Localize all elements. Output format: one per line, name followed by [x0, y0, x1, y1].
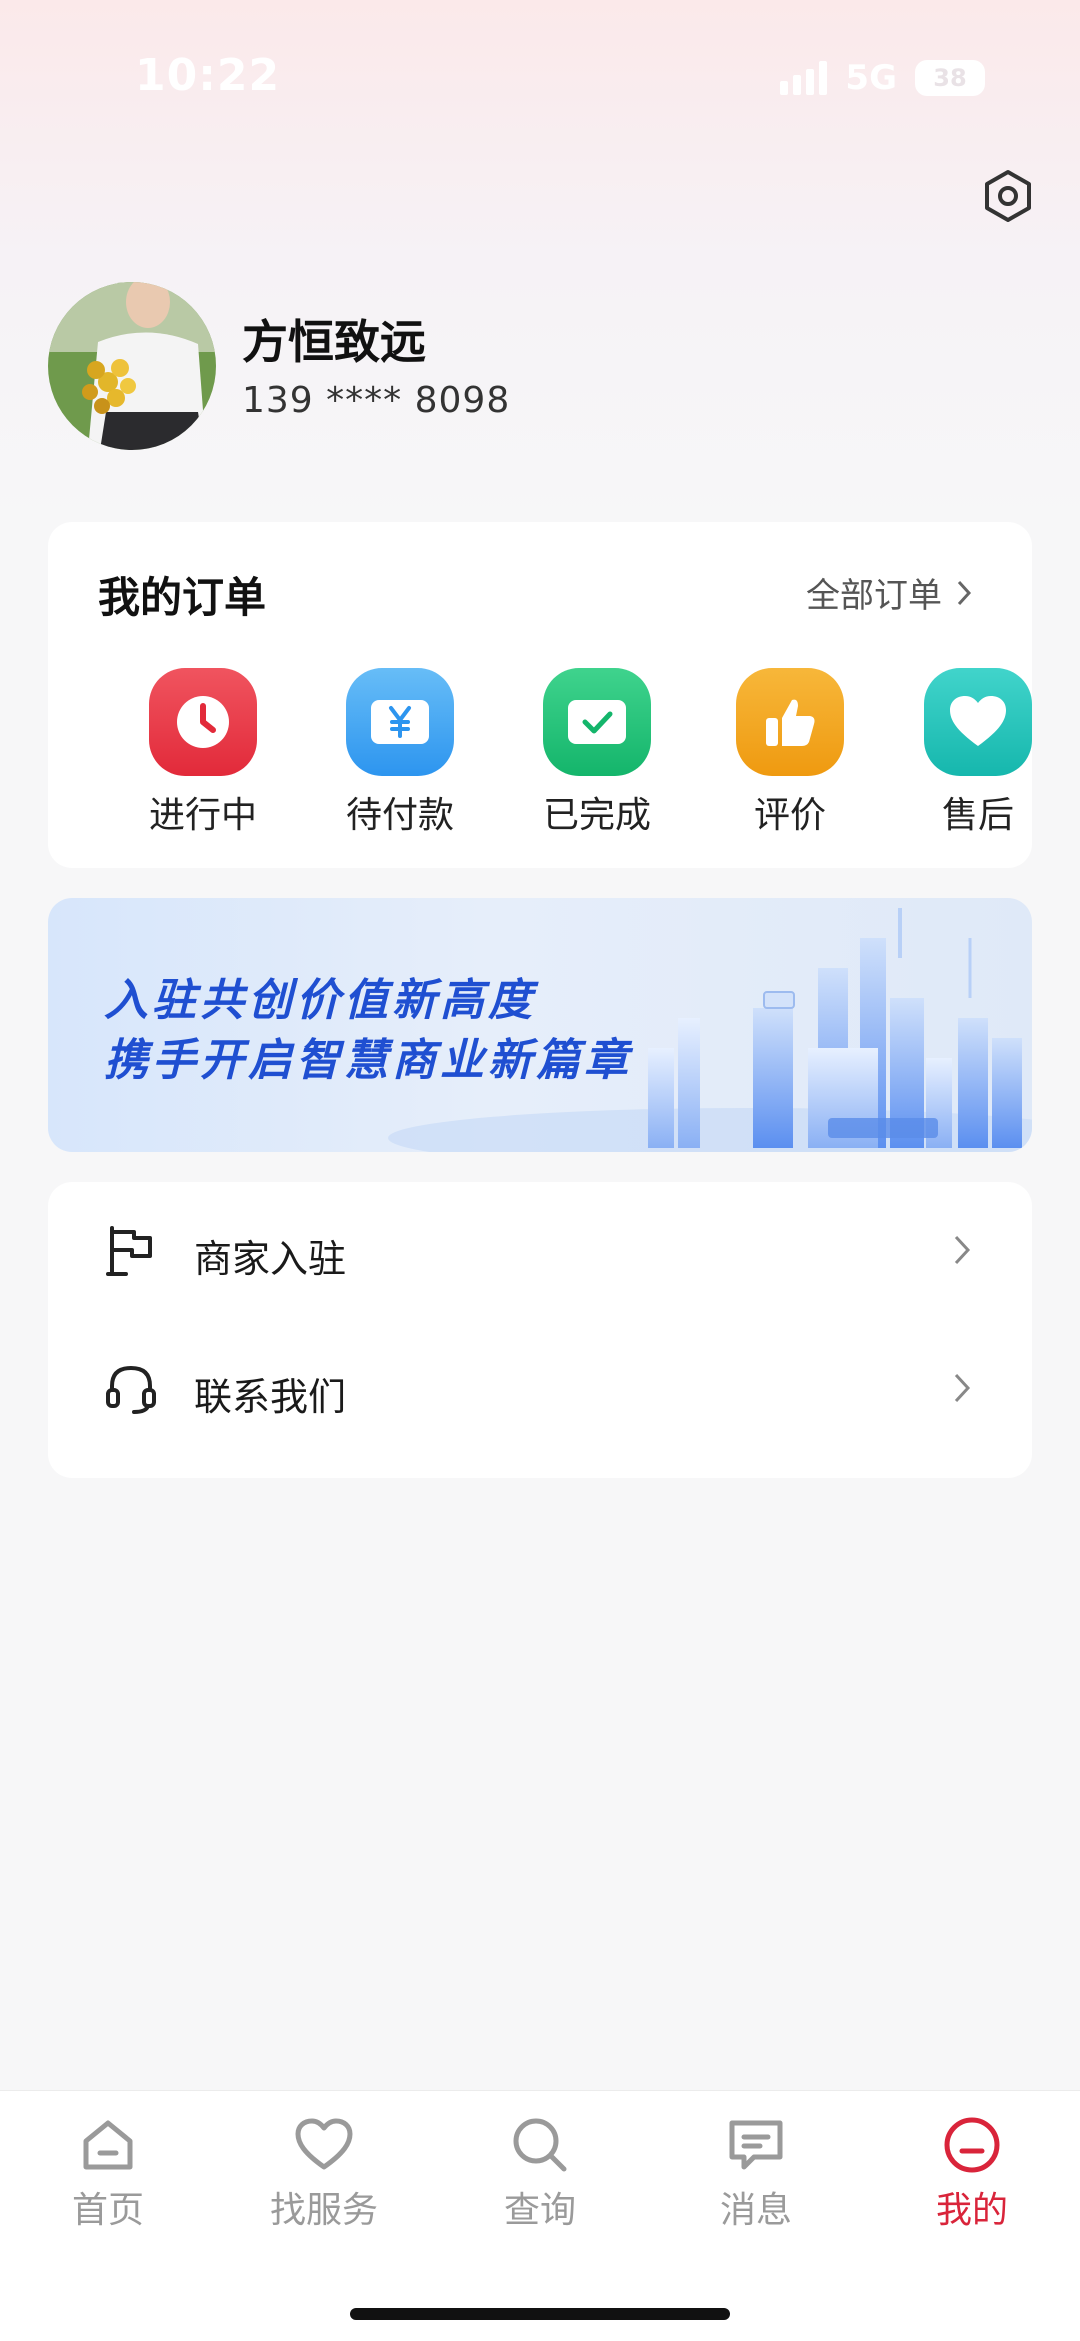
banner-headline: 入驻共创价值新高度	[104, 975, 536, 1026]
order-after-sales[interactable]: 售后	[898, 668, 1058, 838]
battery-icon: 38	[915, 60, 985, 96]
merchant-promo-banner[interactable]: 入驻共创价值新高度 携手开启智慧商业新篇章	[48, 898, 1032, 1152]
user-phone: 139 **** 8098	[242, 380, 511, 421]
clock-icon	[149, 668, 257, 776]
check-icon	[543, 668, 651, 776]
headset-icon	[104, 1362, 158, 1416]
tab-label: 消息	[719, 2190, 792, 2231]
all-orders-label: 全部订单	[806, 576, 942, 616]
order-in-progress[interactable]: 进行中	[123, 668, 283, 838]
chevron-right-icon	[954, 1373, 971, 1403]
thumb-up-icon	[736, 668, 844, 776]
status-time: 10:22	[135, 50, 281, 101]
tab-messages[interactable]: 消息	[676, 2113, 836, 2233]
order-label: 待付款	[345, 795, 454, 836]
order-label: 进行中	[148, 795, 257, 836]
network-type: 5G	[845, 58, 897, 98]
profile-header[interactable]: 方恒致远 139 **** 8098	[48, 282, 948, 452]
order-pending-payment[interactable]: 待付款	[320, 668, 480, 838]
tab-label: 我的	[935, 2190, 1008, 2231]
bottom-tab-bar: 首页 找服务 查询 消息 我的	[0, 2090, 1080, 2341]
menu-label: 商家入驻	[194, 1237, 347, 1281]
tab-home[interactable]: 首页	[28, 2113, 188, 2233]
heart-icon	[924, 668, 1032, 776]
banner-subheadline: 携手开启智慧商业新篇章	[104, 1035, 632, 1086]
tab-label: 首页	[71, 2190, 144, 2231]
status-bar: 10:22 5G 38	[0, 0, 1080, 160]
settings-icon[interactable]	[980, 168, 1036, 224]
menu-label: 联系我们	[194, 1375, 347, 1419]
status-indicators: 5G 38	[780, 58, 985, 98]
all-orders-link[interactable]: 全部订单	[806, 568, 972, 617]
avatar[interactable]	[48, 282, 216, 450]
profile-icon	[940, 2113, 1004, 2177]
chevron-right-icon	[957, 580, 972, 605]
message-icon	[724, 2113, 788, 2177]
order-label: 评价	[753, 795, 826, 836]
signal-icon	[780, 61, 828, 95]
order-status-row: 进行中 待付款 已完成 评价 售后	[48, 668, 1032, 838]
yen-icon	[346, 668, 454, 776]
heart-outline-icon	[292, 2113, 356, 2177]
order-label: 售后	[941, 795, 1014, 836]
orders-title: 我的订单	[98, 573, 267, 622]
home-icon	[76, 2113, 140, 2177]
user-name: 方恒致远	[242, 315, 426, 369]
home-indicator	[350, 2308, 730, 2320]
tab-label: 找服务	[269, 2190, 378, 2231]
tab-find-services[interactable]: 找服务	[244, 2113, 404, 2233]
tab-label: 查询	[503, 2190, 576, 2231]
flag-icon	[104, 1224, 158, 1278]
menu-item-merchant-join[interactable]: 商家入驻	[48, 1182, 1032, 1320]
menu-card: 商家入驻 联系我们	[48, 1182, 1032, 1478]
search-icon	[508, 2113, 572, 2177]
order-label: 已完成	[542, 795, 651, 836]
menu-item-contact-us[interactable]: 联系我们	[48, 1320, 1032, 1458]
order-completed[interactable]: 已完成	[517, 668, 677, 838]
battery-level: 38	[933, 64, 967, 92]
chevron-right-icon	[954, 1235, 971, 1265]
tab-query[interactable]: 查询	[460, 2113, 620, 2233]
tab-mine[interactable]: 我的	[892, 2113, 1052, 2233]
orders-card: 我的订单 全部订单 进行中 待付款 已完成 评价 售后	[48, 522, 1032, 868]
order-review[interactable]: 评价	[710, 668, 870, 838]
